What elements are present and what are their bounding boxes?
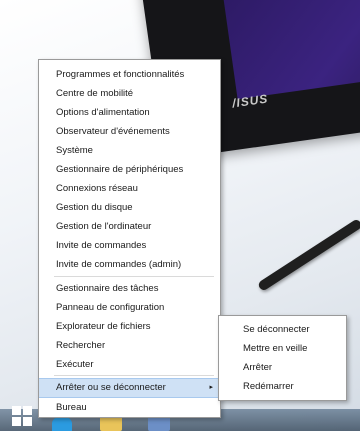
menu-item-label: Centre de mobilité (56, 88, 134, 99)
submenu-arrow-icon: ▸ (209, 384, 213, 391)
menu-item-system[interactable]: Système (39, 141, 220, 160)
menu-item-control-panel[interactable]: Panneau de configuration (39, 298, 220, 317)
submenu-item-shut-down[interactable]: Arrêter (219, 358, 346, 377)
windows-start-icon[interactable] (12, 406, 32, 426)
menu-item-label: Gestionnaire de périphériques (56, 164, 184, 175)
stylus-photo (256, 218, 360, 292)
menu-item-label: Bureau (56, 402, 87, 413)
submenu-item-label: Mettre en veille (243, 343, 308, 354)
menu-item-label: Connexions réseau (56, 183, 138, 194)
menu-item-task-manager[interactable]: Gestionnaire des tâches (39, 279, 220, 298)
menu-item-command-prompt-admin[interactable]: Invite de commandes (admin) (39, 255, 220, 274)
menu-item-label: Invite de commandes (56, 240, 147, 251)
menu-item-label: Invite de commandes (admin) (56, 259, 182, 270)
menu-item-label: Exécuter (56, 359, 94, 370)
menu-item-search[interactable]: Rechercher (39, 336, 220, 355)
submenu-item-label: Arrêter (243, 362, 273, 373)
menu-item-label: Gestion de l'ordinateur (56, 221, 152, 232)
menu-item-device-manager[interactable]: Gestionnaire de périphériques (39, 160, 220, 179)
start-tile (23, 417, 32, 426)
menu-item-disk-management[interactable]: Gestion du disque (39, 198, 220, 217)
start-tile (12, 417, 21, 426)
menu-item-event-viewer[interactable]: Observateur d'événements (39, 122, 220, 141)
menu-item-mobility-center[interactable]: Centre de mobilité (39, 84, 220, 103)
menu-item-label: Observateur d'événements (56, 126, 170, 137)
menu-item-label: Explorateur de fichiers (56, 321, 151, 332)
menu-item-network-connections[interactable]: Connexions réseau (39, 179, 220, 198)
menu-separator (54, 276, 214, 277)
menu-item-label: Gestionnaire des tâches (56, 283, 159, 294)
file-explorer-icon[interactable] (100, 416, 122, 431)
menu-item-label: Programmes et fonctionnalités (56, 69, 185, 80)
submenu-item-label: Se déconnecter (243, 324, 310, 335)
shutdown-submenu: Se déconnecter Mettre en veille Arrêter … (218, 315, 347, 401)
menu-item-label: Options d'alimentation (56, 107, 150, 118)
menu-item-command-prompt[interactable]: Invite de commandes (39, 236, 220, 255)
menu-item-run[interactable]: Exécuter (39, 355, 220, 374)
menu-item-label: Arrêter ou se déconnecter (56, 382, 166, 393)
menu-item-programs-features[interactable]: Programmes et fonctionnalités (39, 65, 220, 84)
start-tile (23, 406, 32, 415)
menu-item-label: Gestion du disque (56, 202, 133, 213)
store-icon[interactable] (148, 416, 170, 431)
menu-item-label: Panneau de configuration (56, 302, 165, 313)
power-user-context-menu: Programmes et fonctionnalités Centre de … (38, 59, 221, 418)
submenu-item-restart[interactable]: Redémarrer (219, 377, 346, 396)
menu-item-label: Rechercher (56, 340, 106, 351)
submenu-item-label: Redémarrer (243, 381, 294, 392)
submenu-item-sign-out[interactable]: Se déconnecter (219, 320, 346, 339)
menu-separator (54, 375, 214, 376)
menu-item-shutdown-signout[interactable]: Arrêter ou se déconnecter ▸ (39, 378, 220, 398)
menu-item-desktop[interactable]: Bureau (39, 398, 220, 417)
submenu-item-sleep[interactable]: Mettre en veille (219, 339, 346, 358)
menu-item-computer-management[interactable]: Gestion de l'ordinateur (39, 217, 220, 236)
tablet-screen (222, 0, 360, 100)
menu-item-power-options[interactable]: Options d'alimentation (39, 103, 220, 122)
menu-item-file-explorer[interactable]: Explorateur de fichiers (39, 317, 220, 336)
menu-item-label: Système (56, 145, 93, 156)
internet-explorer-icon[interactable] (52, 416, 72, 431)
start-tile (12, 406, 21, 415)
